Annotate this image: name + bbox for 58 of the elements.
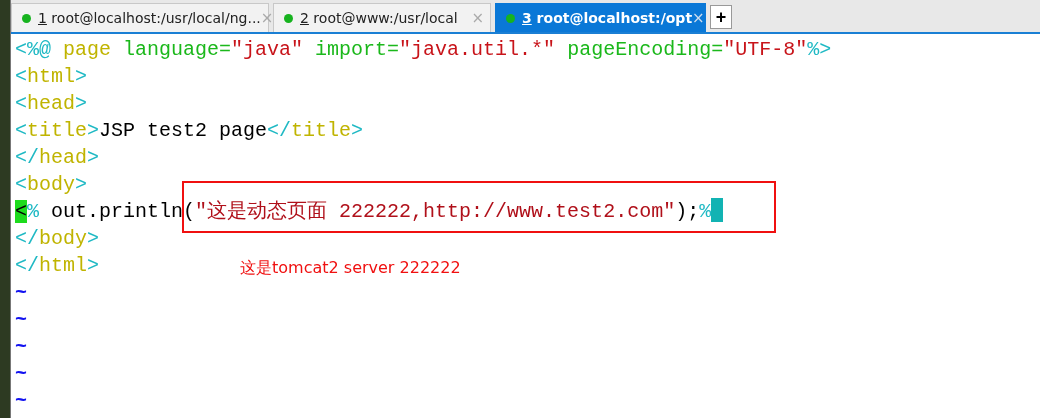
code-string: "UTF-8" [723,38,808,61]
status-dot-icon [506,13,515,23]
close-icon[interactable]: × [692,9,705,27]
code-token: </ [15,254,39,277]
new-tab-button[interactable]: + [710,5,732,29]
code-token: > [87,227,100,250]
code-token: % [27,200,40,223]
code-token: > [87,254,100,277]
code-token: > [351,119,364,142]
code-token: </ [15,146,39,169]
code-token: > [87,146,100,169]
code-token: ); [675,200,700,223]
code-token: out.println [50,200,184,223]
code-token: < [15,173,27,196]
code-token: body [27,173,76,196]
terminal-tab[interactable]: 1 root@localhost:/usr/local/ng...× [11,3,269,32]
tab-label: 3 root@localhost:/opt [522,10,693,26]
terminal-tab[interactable]: 2 root@www:/usr/local × [273,3,491,32]
code-token: JSP test2 page [99,119,268,142]
status-dot-icon [284,13,293,23]
code-token: html [27,65,76,88]
code-string: "java.util.*" [399,38,556,61]
code-token: language= [122,38,232,61]
code-token: head [27,92,76,115]
code-token: > [75,65,88,88]
code-token: < [15,92,27,115]
code-token: page [62,38,112,61]
empty-line-marker: ~ [15,335,27,358]
empty-line-marker: ~ [15,308,27,331]
empty-line-marker: ~ [15,389,27,412]
code-token: title [27,119,88,142]
code-token: < [15,119,27,142]
empty-line-marker: ~ [15,362,27,385]
code-token: < [15,65,27,88]
code-token: </ [267,119,292,142]
code-token: > [75,173,88,196]
code-token: > [75,92,88,115]
code-token: <%@ [15,38,51,61]
code-token: % [699,200,712,223]
tab-label: 2 root@www:/usr/local [300,10,459,26]
code-string: "这是动态页面 222222,http://www.test2.com" [195,200,676,223]
code-token: body [39,227,88,250]
code-token: title [291,119,352,142]
tab-label: 1 root@localhost:/usr/local/ng... [38,10,261,26]
code-token: %> [807,38,832,61]
code-token: html [39,254,88,277]
code-token: pageEncoding= [566,38,724,61]
empty-line-marker: ~ [15,281,27,304]
bracket-highlight [711,198,724,222]
code-token: import= [314,38,400,61]
code-string: "java" [231,38,304,61]
code-token: ( [183,200,196,223]
code-token: head [39,146,88,169]
terminal-tab[interactable]: 3 root@localhost:/opt× [495,3,706,32]
annotation-text: 这是tomcat2 server 222222 [240,258,461,278]
code-token: > [87,119,100,142]
status-dot-icon [22,13,31,23]
code-token: </ [15,227,39,250]
